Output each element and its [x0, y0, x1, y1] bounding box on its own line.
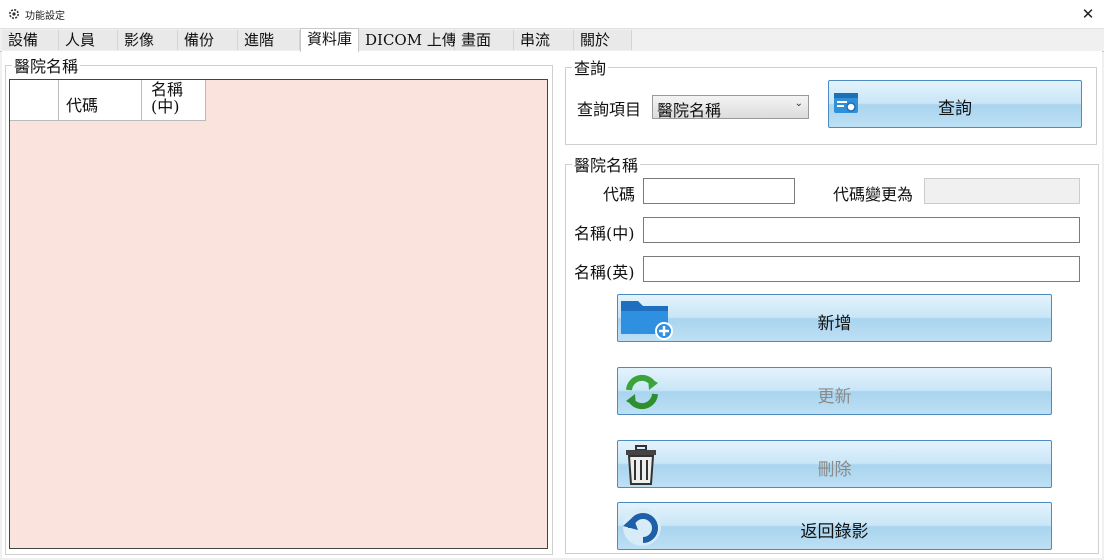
name-en-label: 名稱(英) — [574, 263, 635, 282]
hospital-list-legend: 醫院名稱 — [14, 57, 79, 76]
gear-icon — [9, 9, 19, 19]
query-select-value: 醫院名稱 — [657, 101, 722, 120]
query-legend: 查詢 — [574, 59, 607, 78]
update-button[interactable]: 更新 — [617, 367, 1052, 415]
window-title: 功能設定 — [25, 11, 65, 22]
close-icon[interactable]: ✕ — [1078, 4, 1098, 24]
query-button-label: 查詢 — [938, 99, 972, 119]
tab-database[interactable]: 資料庫 — [300, 28, 359, 52]
tab-image[interactable]: 影像 — [118, 30, 178, 50]
hospital-form-group: 醫院名稱 — [565, 152, 1099, 554]
query-field-select[interactable]: 醫院名稱 ⌄ — [652, 95, 809, 120]
back-to-recording-label: 返回錄影 — [800, 522, 869, 542]
query-field-label: 查詢項目 — [577, 100, 642, 119]
row-header-cell[interactable] — [10, 80, 59, 121]
tab-about[interactable]: 關於 — [574, 30, 632, 50]
name-zh-label: 名稱(中) — [574, 224, 635, 243]
name-zh-input[interactable] — [643, 217, 1080, 243]
add-button[interactable]: 新增 — [617, 294, 1052, 342]
column-header-code[interactable]: 代碼 — [59, 80, 142, 121]
hospital-grid[interactable]: 代碼 名稱 (中) — [9, 79, 548, 549]
code-change-label: 代碼變更為 — [833, 185, 914, 204]
tab-backup[interactable]: 備份 — [178, 30, 238, 50]
tab-device[interactable]: 設備 — [2, 30, 59, 50]
column-header-name-zh[interactable]: 名稱 (中) — [142, 80, 206, 121]
tab-display[interactable]: 畫面 — [455, 30, 514, 50]
hospital-form-legend: 醫院名稱 — [574, 156, 639, 175]
code-change-input — [924, 178, 1080, 204]
update-button-label: 更新 — [817, 387, 852, 407]
settings-window: 功能設定 ✕ 設備 人員 影像 備份 進階 資料庫 DICOM 上傳 畫面 串流… — [0, 0, 1104, 560]
tab-personnel[interactable]: 人員 — [59, 30, 118, 50]
name-en-input[interactable] — [643, 256, 1080, 282]
code-label: 代碼 — [603, 185, 636, 204]
grid-header: 代碼 名稱 (中) — [10, 80, 206, 121]
delete-button[interactable]: 刪除 — [617, 440, 1052, 488]
query-button[interactable]: 查詢 — [828, 80, 1082, 128]
add-button-label: 新增 — [817, 314, 852, 334]
tab-dicom-upload[interactable]: DICOM 上傳 — [359, 30, 457, 50]
delete-button-label: 刪除 — [817, 460, 852, 480]
tab-advanced[interactable]: 進階 — [238, 30, 300, 50]
tab-strip: 設備 人員 影像 備份 進階 資料庫 DICOM 上傳 畫面 串流 關於 — [0, 28, 1104, 52]
back-to-recording-button[interactable]: 返回錄影 — [617, 502, 1052, 550]
chevron-down-icon: ⌄ — [794, 98, 803, 109]
code-input[interactable] — [643, 178, 795, 204]
tab-streaming[interactable]: 串流 — [514, 30, 574, 50]
title-bar: 功能設定 ✕ — [0, 0, 1104, 29]
